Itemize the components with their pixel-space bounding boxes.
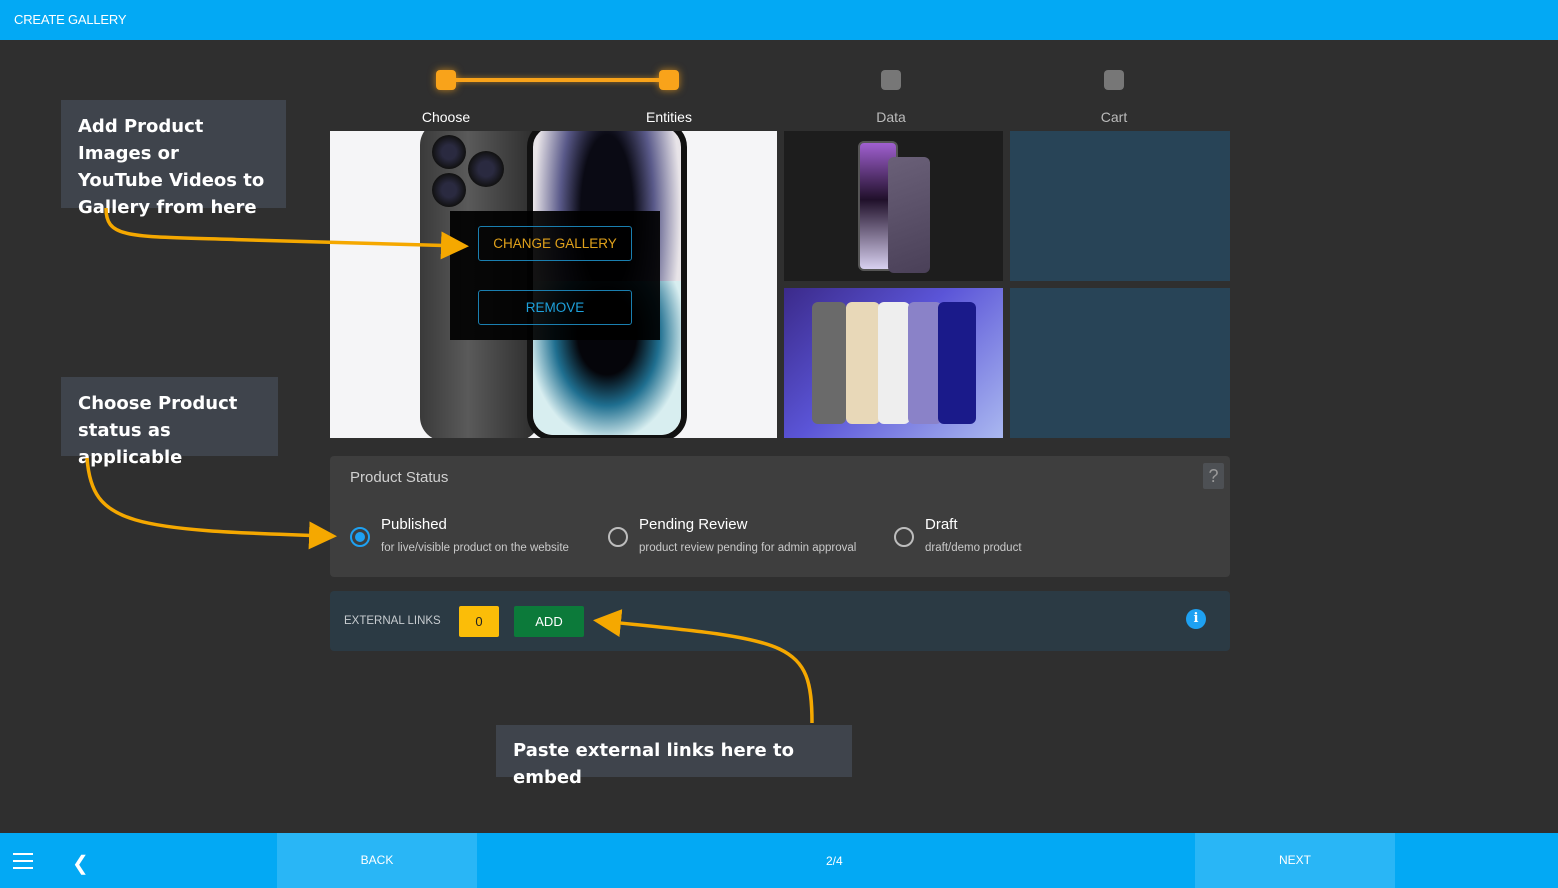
gallery-action-overlay: CHANGE GALLERY REMOVE [450, 211, 660, 340]
option-label: Draft [925, 516, 958, 533]
gallery-main-image[interactable]: CHANGE GALLERY REMOVE [330, 131, 777, 438]
step-dot-cart[interactable] [1104, 70, 1124, 90]
change-gallery-button[interactable]: CHANGE GALLERY [478, 226, 632, 261]
chevron-left-icon[interactable]: ❮ [72, 851, 89, 876]
add-link-button[interactable]: ADD [514, 606, 584, 637]
step-label-cart[interactable]: Cart [1054, 109, 1174, 125]
info-icon[interactable]: i [1186, 609, 1206, 629]
option-description: for live/visible product on the website [381, 542, 569, 554]
gallery-empty-slot[interactable] [1010, 131, 1230, 281]
step-dot-entities[interactable] [659, 70, 679, 90]
step-label-entities[interactable]: Entities [609, 109, 729, 125]
callout-gallery: Add Product Images or YouTube Videos to … [61, 100, 286, 218]
external-links-count-badge: 0 [459, 606, 499, 637]
step-dot-data[interactable] [881, 70, 901, 90]
hamburger-menu-icon[interactable] [13, 853, 33, 869]
page-indicator: 2/4 [826, 854, 843, 868]
top-bar: CREATE GALLERY [0, 0, 1558, 40]
callout-links: Paste external links here to embed [496, 725, 852, 788]
gallery-thumbnail[interactable] [784, 131, 1003, 281]
back-button[interactable]: BACK [277, 833, 477, 888]
gallery-empty-slot[interactable] [1010, 288, 1230, 438]
product-status-panel: Product Status ? Published for live/visi… [330, 456, 1230, 577]
callout-status: Choose Product status as applicable [61, 377, 278, 468]
external-links-label: EXTERNAL LINKS [344, 615, 441, 627]
page-title: CREATE GALLERY [14, 12, 127, 27]
bottom-bar: ❮ BACK 2/4 NEXT [0, 833, 1558, 888]
external-links-panel: EXTERNAL LINKS 0 ADD i [330, 591, 1230, 651]
stepper: Choose Entities Data Cart [330, 60, 1230, 130]
help-icon[interactable]: ? [1203, 463, 1224, 489]
option-description: product review pending for admin approva… [639, 542, 857, 554]
step-label-choose[interactable]: Choose [386, 109, 506, 125]
gallery-thumbnail[interactable] [784, 288, 1003, 438]
remove-button[interactable]: REMOVE [478, 290, 632, 325]
next-button[interactable]: NEXT [1195, 833, 1395, 888]
radio-button[interactable] [894, 527, 914, 547]
radio-button[interactable] [350, 527, 370, 547]
option-description: draft/demo product [925, 542, 1022, 554]
product-status-title: Product Status [350, 469, 449, 486]
option-label: Published [381, 516, 447, 533]
step-progress-line [446, 78, 669, 82]
radio-button[interactable] [608, 527, 628, 547]
option-label: Pending Review [639, 516, 748, 533]
step-label-data[interactable]: Data [831, 109, 951, 125]
step-dot-choose[interactable] [436, 70, 456, 90]
